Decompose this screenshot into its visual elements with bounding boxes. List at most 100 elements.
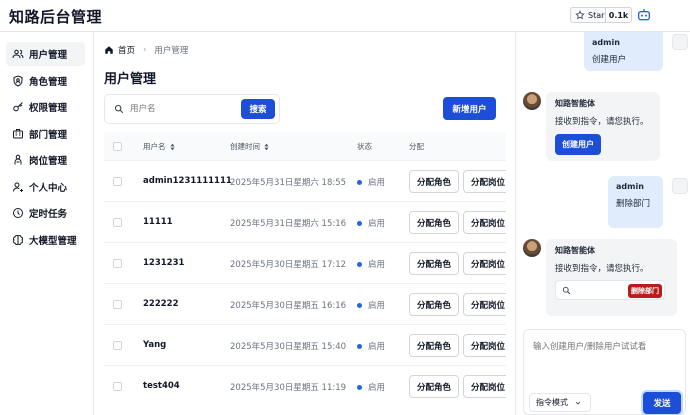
briefcase-icon — [14, 154, 22, 165]
assign-role-button[interactable]: 分配角色 — [409, 293, 459, 316]
table-row: 1231231 2025年5月30日星期五 17:12 启用 分配角色 分配岗位 — [104, 242, 506, 283]
github-star-button[interactable]: Star — [570, 7, 606, 23]
assign-role-button[interactable]: 分配角色 — [409, 252, 459, 275]
star-icon — [575, 10, 585, 20]
cell-status: 启用 — [357, 299, 385, 311]
breadcrumb-home[interactable]: 首页 — [118, 44, 135, 56]
select-all-checkbox[interactable] — [113, 142, 122, 151]
add-user-button[interactable]: 新增用户 — [443, 97, 496, 120]
shield-icon — [13, 74, 23, 87]
sidebar-item-users[interactable]: 用户管理 — [6, 42, 85, 66]
cell-username: Yang — [143, 340, 167, 350]
search-box: 搜索 — [104, 94, 280, 124]
star-count[interactable]: 0.1k — [605, 7, 632, 23]
row-checkbox[interactable] — [113, 177, 122, 186]
row-checkbox[interactable] — [113, 300, 122, 309]
chevron-right-icon: › — [143, 45, 147, 55]
row-checkbox[interactable] — [113, 259, 122, 268]
assign-post-button[interactable]: 分配岗位 — [463, 211, 506, 234]
user-avatar — [672, 178, 688, 194]
row-checkbox[interactable] — [113, 218, 122, 227]
sidebar-item-posts[interactable]: 岗位管理 — [6, 148, 85, 172]
cell-created-time: 2025年5月30日星期五 15:40 — [230, 342, 347, 352]
table-row: test404 2025年5月30日星期五 11:19 启用 分配角色 分配岗位 — [104, 365, 506, 406]
cell-created-time: 2025年5月31日星期六 15:16 — [230, 219, 347, 229]
building-icon — [13, 128, 23, 138]
chat-input[interactable] — [533, 340, 678, 380]
user-message: admin 删除部门 — [608, 176, 663, 228]
header-username[interactable]: 用户名 — [143, 141, 176, 152]
user-message: admin 创建用户 — [584, 32, 663, 71]
sort-icon — [264, 143, 269, 150]
assign-role-button[interactable]: 分配角色 — [409, 211, 459, 234]
header-assign: 分配 — [409, 142, 424, 151]
message-text: 创建用户 — [592, 55, 627, 65]
chatbot-toggle-icon[interactable] — [636, 7, 652, 23]
cell-username: 11111 — [143, 217, 173, 227]
assistant-chat-panel: admin 创建用户 知路智能体 接收到指令，请您执行。 创建用户 admin … — [515, 32, 690, 415]
sidebar-item-permissions[interactable]: 权限管理 — [6, 95, 85, 119]
breadcrumb-current: 用户管理 — [154, 46, 189, 56]
user-avatar — [672, 34, 688, 50]
key-icon — [13, 102, 23, 112]
sidebar-item-profile[interactable]: 个人中心 — [6, 175, 85, 199]
assign-role-button[interactable]: 分配角色 — [409, 334, 459, 357]
sidebar-item-label: 岗位管理 — [29, 156, 68, 167]
sidebar-item-roles[interactable]: 角色管理 — [6, 69, 85, 93]
header-created-time[interactable]: 创建时间 — [230, 141, 270, 152]
header-created-label: 创建时间 — [230, 142, 260, 151]
row-checkbox[interactable] — [113, 341, 122, 350]
row-checkbox[interactable] — [113, 382, 122, 391]
mode-select[interactable]: 指令模式 — [529, 393, 591, 412]
search-icon — [114, 104, 124, 114]
status-label: 启用 — [368, 301, 386, 311]
cell-username: 222222 — [143, 299, 179, 309]
delete-department-action-button[interactable]: 删除部门 — [628, 284, 662, 298]
page-title: 用户管理 — [104, 72, 157, 87]
table-row: 222222 2025年5月30日星期五 16:16 启用 分配角色 分配岗位 — [104, 283, 506, 324]
bot-message: 知路智能体 接收到指令，请您执行。 删除部门 — [546, 239, 677, 316]
create-user-action-button[interactable]: 创建用户 — [555, 134, 601, 155]
status-dot — [357, 179, 362, 185]
cell-username: admin1231111111 — [143, 176, 232, 186]
assign-post-button[interactable]: 分配岗位 — [463, 334, 506, 357]
sidebar-item-label: 角色管理 — [29, 76, 68, 88]
breadcrumb: 首页 › 用户管理 — [104, 44, 188, 56]
sidebar-item-llm[interactable]: 大模型管理 — [6, 228, 85, 252]
assign-role-button[interactable]: 分配角色 — [409, 170, 459, 193]
sidebar-item-departments[interactable]: 部门管理 — [6, 122, 85, 146]
message-text: 接收到指令，请您执行。 — [555, 264, 649, 274]
username-search-input[interactable] — [130, 104, 230, 114]
sidebar-item-scheduled-tasks[interactable]: 定时任务 — [6, 201, 85, 225]
sidebar: 用户管理 角色管理 权限管理 部门管理 岗位管理 个人中心 定时任务 大模型管理 — [0, 32, 94, 415]
assign-role-button[interactable]: 分配角色 — [409, 375, 459, 398]
table-body: admin1231111111 2025年5月31日星期六 18:55 启用 分配角色… — [104, 160, 506, 406]
status-dot — [357, 343, 362, 349]
sidebar-item-label: 用户管理 — [29, 50, 68, 61]
chevron-down-icon — [575, 401, 581, 405]
sidebar-item-label: 部门管理 — [29, 129, 68, 141]
message-sender: 知路智能体 — [555, 246, 595, 255]
assign-post-button[interactable]: 分配岗位 — [463, 375, 506, 398]
bot-message: 知路智能体 接收到指令，请您执行。 创建用户 — [546, 92, 660, 161]
message-sender: admin — [592, 38, 620, 47]
home-icon[interactable] — [104, 45, 114, 55]
assign-post-button[interactable]: 分配岗位 — [463, 293, 506, 316]
bot-avatar — [523, 92, 541, 110]
delete-department-widget[interactable]: 删除部门 — [555, 280, 665, 300]
assign-post-button[interactable]: 分配岗位 — [463, 252, 506, 275]
status-label: 启用 — [368, 383, 386, 393]
table-row: 11111 2025年5月31日星期六 15:16 启用 分配角色 分配岗位 — [104, 201, 506, 242]
cell-created-time: 2025年5月30日星期五 17:12 — [230, 260, 347, 270]
search-button[interactable]: 搜索 — [241, 99, 275, 119]
message-sender: 知路智能体 — [555, 99, 595, 108]
assign-post-button[interactable]: 分配岗位 — [463, 170, 506, 193]
send-button[interactable]: 发送 — [643, 392, 681, 414]
sidebar-item-label: 权限管理 — [29, 103, 68, 114]
cell-status: 启用 — [357, 258, 385, 270]
sidebar-item-label: 大模型管理 — [29, 235, 77, 247]
status-dot — [357, 220, 362, 226]
cell-status: 启用 — [357, 217, 385, 229]
bot-avatar — [523, 239, 541, 257]
cell-created-time: 2025年5月30日星期五 11:19 — [230, 383, 347, 393]
